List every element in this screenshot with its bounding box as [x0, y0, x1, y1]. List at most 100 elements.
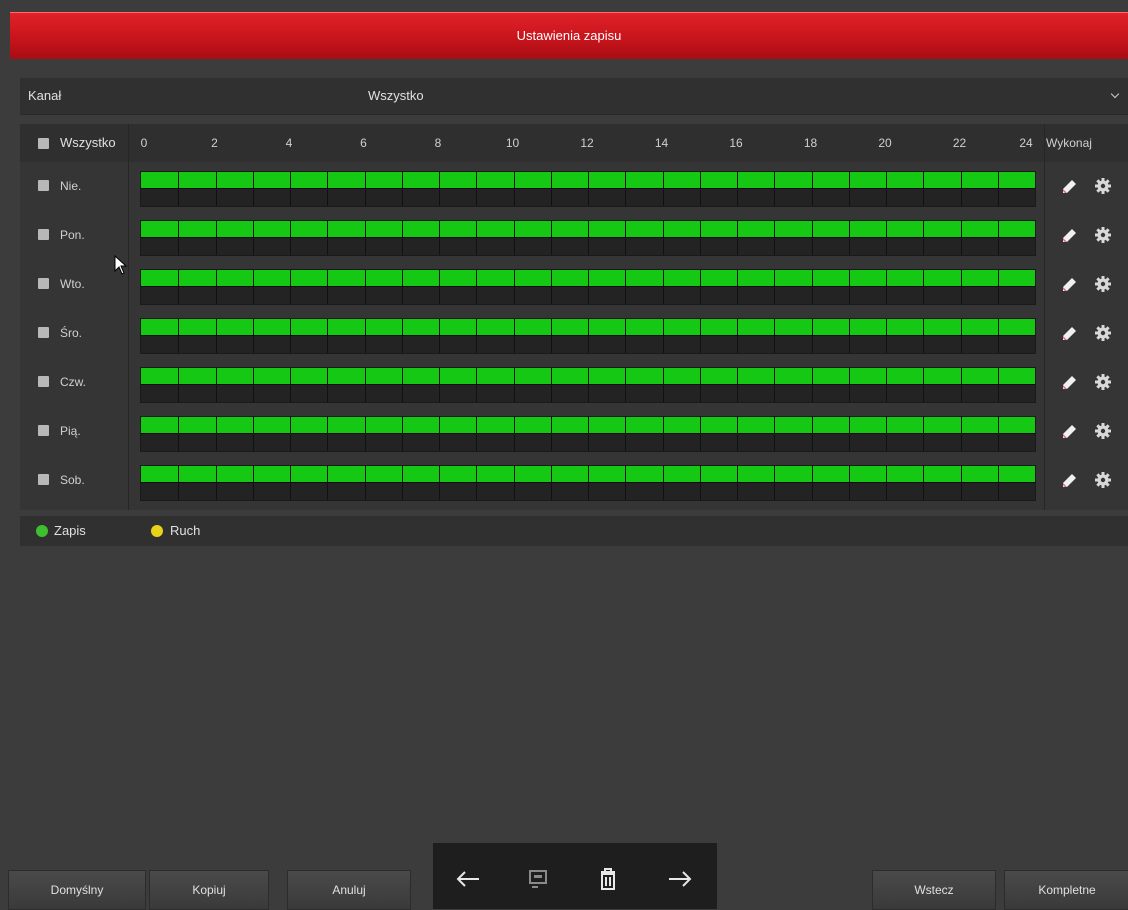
- day-checkbox[interactable]: [38, 229, 49, 240]
- hour-gridline: [737, 417, 738, 451]
- hour-gridline: [848, 368, 850, 402]
- gear-icon[interactable]: [1094, 275, 1112, 293]
- hour-tick-label: 4: [285, 136, 293, 150]
- hour-gridline: [513, 466, 515, 500]
- day-checkbox[interactable]: [38, 327, 49, 338]
- day-checkbox[interactable]: [38, 180, 49, 191]
- hour-gridline: [290, 368, 291, 402]
- trash-icon[interactable]: [593, 865, 623, 893]
- hour-gridline: [476, 368, 478, 402]
- day-checkbox[interactable]: [38, 376, 49, 387]
- hour-tick-label: 20: [878, 136, 892, 150]
- default-button[interactable]: Domyślny: [8, 870, 146, 910]
- hour-gridline: [997, 270, 999, 304]
- hour-gridline: [327, 466, 329, 500]
- hour-gridline: [737, 466, 738, 500]
- screen-icon[interactable]: [523, 865, 553, 893]
- day-label: Pon.: [60, 228, 85, 242]
- day-timeline[interactable]: [140, 416, 1036, 452]
- hour-gridline: [960, 417, 962, 451]
- hour-gridline: [811, 221, 813, 255]
- gear-icon[interactable]: [1094, 324, 1112, 342]
- mouse-cursor-icon: [114, 255, 128, 275]
- hour-gridline: [960, 466, 962, 500]
- hour-gridline: [327, 417, 329, 451]
- day-row: Pią.: [20, 407, 1128, 456]
- hour-gridline: [662, 172, 664, 206]
- day-row: Pon.: [20, 211, 1128, 260]
- day-checkbox[interactable]: [38, 425, 49, 436]
- hour-gridline: [699, 221, 701, 255]
- day-checkbox[interactable]: [38, 278, 49, 289]
- hour-gridline: [774, 172, 776, 206]
- gear-icon[interactable]: [1094, 422, 1112, 440]
- hour-gridline: [848, 270, 850, 304]
- complete-button[interactable]: Kompletne: [1004, 870, 1128, 910]
- day-timeline[interactable]: [140, 269, 1036, 305]
- hour-gridline: [625, 368, 627, 402]
- hour-gridline: [178, 221, 180, 255]
- day-timeline[interactable]: [140, 220, 1036, 256]
- eraser-icon[interactable]: [1060, 423, 1078, 441]
- day-timeline[interactable]: [140, 465, 1036, 501]
- hour-gridline: [215, 466, 217, 500]
- copy-button[interactable]: Kopiuj: [149, 870, 269, 910]
- hour-gridline: [886, 221, 887, 255]
- hour-gridline: [476, 172, 478, 206]
- hour-gridline: [401, 221, 403, 255]
- eraser-icon[interactable]: [1060, 276, 1078, 294]
- motion-dot-icon: [151, 525, 163, 537]
- cancel-button[interactable]: Anuluj: [287, 870, 411, 910]
- navigation-bar: [433, 843, 717, 909]
- day-timeline[interactable]: [140, 367, 1036, 403]
- hour-gridline: [439, 221, 440, 255]
- hour-gridline: [401, 417, 403, 451]
- hour-gridline: [625, 221, 627, 255]
- day-timeline[interactable]: [140, 318, 1036, 354]
- arrow-left-icon[interactable]: [453, 865, 483, 893]
- hour-gridline: [774, 466, 776, 500]
- hour-gridline: [588, 319, 589, 353]
- eraser-icon[interactable]: [1060, 227, 1078, 245]
- hour-gridline: [997, 417, 999, 451]
- hour-gridline: [476, 221, 478, 255]
- hour-gridline: [737, 221, 738, 255]
- hour-gridline: [811, 172, 813, 206]
- day-timeline[interactable]: [140, 171, 1036, 207]
- title-bar: Ustawienia zapisu: [10, 12, 1128, 59]
- eraser-icon[interactable]: [1060, 472, 1078, 490]
- hour-gridline: [178, 319, 180, 353]
- channel-select[interactable]: [362, 78, 1128, 114]
- hour-gridline: [252, 368, 254, 402]
- hour-gridline: [252, 270, 254, 304]
- eraser-icon[interactable]: [1060, 325, 1078, 343]
- hour-tick-label: 8: [434, 136, 442, 150]
- hour-gridline: [178, 368, 180, 402]
- gear-icon[interactable]: [1094, 373, 1112, 391]
- hour-gridline: [476, 466, 478, 500]
- hour-gridline: [327, 221, 329, 255]
- select-all-checkbox[interactable]: [38, 138, 49, 149]
- gear-icon[interactable]: [1094, 226, 1112, 244]
- day-label: Czw.: [60, 375, 87, 389]
- hour-gridline: [290, 319, 291, 353]
- hour-gridline: [327, 368, 329, 402]
- hour-gridline: [252, 221, 254, 255]
- arrow-right-icon[interactable]: [665, 865, 695, 893]
- legend-motion-label: Ruch: [170, 523, 201, 538]
- hour-gridline: [364, 270, 366, 304]
- day-row: Śro.: [20, 309, 1128, 358]
- hour-gridline: [215, 221, 217, 255]
- eraser-icon[interactable]: [1060, 178, 1078, 196]
- hour-gridline: [886, 270, 887, 304]
- day-checkbox[interactable]: [38, 474, 49, 485]
- back-button[interactable]: Wstecz: [872, 870, 996, 910]
- hour-gridline: [811, 270, 813, 304]
- hour-gridline: [550, 319, 552, 353]
- gear-icon[interactable]: [1094, 471, 1112, 489]
- day-row: Nie.: [20, 162, 1128, 211]
- eraser-icon[interactable]: [1060, 374, 1078, 392]
- hour-tick-label: 12: [580, 136, 594, 150]
- gear-icon[interactable]: [1094, 177, 1112, 195]
- chevron-down-icon: [1110, 89, 1120, 99]
